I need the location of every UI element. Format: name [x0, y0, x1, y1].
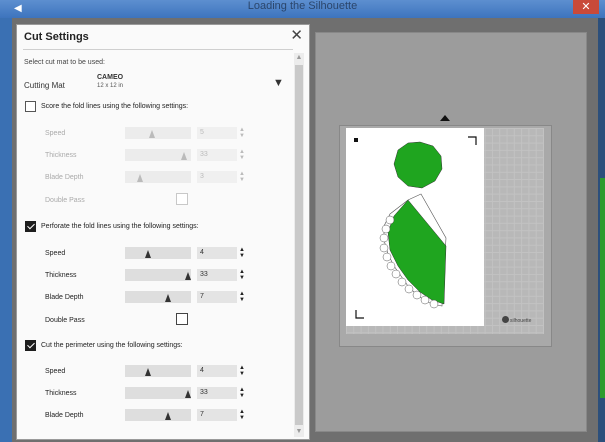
perforate-blade-depth-spinner[interactable]: ▲ ▼: [239, 291, 245, 303]
perimeter-thickness-value[interactable]: 33: [197, 387, 237, 399]
design-preview: [354, 136, 477, 319]
scroll-up-icon[interactable]: ▲: [294, 53, 304, 63]
perforate-speed-label: Speed: [45, 250, 66, 257]
perimeter-checkbox[interactable]: [25, 340, 36, 351]
score-thickness-slider[interactable]: [125, 149, 191, 161]
perforate-thickness-value[interactable]: 33: [197, 269, 237, 281]
perimeter-thickness-slider[interactable]: [125, 387, 191, 399]
perforate-thickness-knob[interactable]: [185, 272, 191, 280]
registration-mark-corner-top: [468, 136, 477, 145]
perforate-blade-depth-slider[interactable]: [125, 291, 191, 303]
score-speed-value[interactable]: 5: [197, 127, 237, 139]
panel-scrollbar[interactable]: ▲ ▼: [294, 53, 304, 437]
score-checkbox[interactable]: [25, 101, 36, 112]
perimeter-blade-depth-label: Blade Depth: [45, 412, 84, 419]
perforate-speed-slider[interactable]: [125, 247, 191, 259]
perforate-speed-knob[interactable]: [145, 250, 151, 258]
mat-size[interactable]: 12 x 12 in: [97, 83, 123, 89]
perforate-checkbox[interactable]: [25, 221, 36, 232]
score-blade-depth-label: Blade Depth: [45, 174, 84, 181]
score-double-pass-label: Double Pass: [45, 197, 85, 204]
score-blade-depth-spinner[interactable]: ▲ ▼: [239, 171, 245, 183]
window-close-button[interactable]: ✕: [573, 0, 599, 14]
close-icon[interactable]: ✕: [290, 27, 303, 45]
panel-header: Cut Settings ✕: [17, 25, 309, 49]
perimeter-speed-label: Speed: [45, 368, 66, 375]
perimeter-thickness-label: Thickness: [45, 390, 77, 397]
desktop-edge-left: [0, 18, 12, 442]
perimeter-blade-depth-spinner[interactable]: ▲ ▼: [239, 409, 245, 421]
scrollbar-thumb[interactable]: [295, 65, 303, 425]
score-thickness-value[interactable]: 33: [197, 149, 237, 161]
head-shape: [393, 141, 443, 189]
perforate-blade-depth-label: Blade Depth: [45, 294, 84, 301]
perimeter-blade-depth-knob[interactable]: [165, 412, 171, 420]
perforate-section-label: Perforate the fold lines using the follo…: [41, 223, 199, 230]
perforate-double-pass-label: Double Pass: [45, 317, 85, 324]
body-shape: [387, 199, 447, 305]
perimeter-speed-value[interactable]: 4: [197, 365, 237, 377]
score-double-pass-checkbox[interactable]: [176, 193, 188, 205]
perforate-thickness-label: Thickness: [45, 272, 77, 279]
perimeter-blade-depth-slider[interactable]: [125, 409, 191, 421]
perforate-thickness-slider[interactable]: [125, 269, 191, 281]
perforate-blade-depth-knob[interactable]: [165, 294, 171, 302]
perimeter-section-label: Cut the perimeter using the following se…: [41, 342, 183, 349]
scroll-down-icon[interactable]: ▼: [294, 427, 304, 437]
perforate-double-pass-checkbox[interactable]: [176, 313, 188, 325]
score-blade-depth-slider[interactable]: [125, 171, 191, 183]
score-blade-depth-value[interactable]: 3: [197, 171, 237, 183]
score-thickness-knob[interactable]: [181, 152, 187, 160]
registration-mark-square: [354, 138, 358, 142]
feed-direction-icon: [440, 115, 450, 121]
score-section-label: Score the fold lines using the following…: [41, 103, 189, 110]
window-titlebar: ◀ Loading the Silhouette ✕: [0, 0, 605, 18]
silhouette-logo-icon: [502, 316, 509, 323]
silhouette-brand: silhouette: [510, 318, 532, 324]
cutting-mat-label: Cutting Mat: [24, 81, 65, 90]
score-speed-slider[interactable]: [125, 127, 191, 139]
score-speed-spinner[interactable]: ▲ ▼: [239, 127, 245, 139]
window-title: Loading the Silhouette: [247, 0, 358, 12]
perforate-thickness-spinner[interactable]: ▲ ▼: [239, 269, 245, 281]
perimeter-speed-knob[interactable]: [145, 368, 151, 376]
perforate-speed-spinner[interactable]: ▲ ▼: [239, 247, 245, 259]
panel-title: Cut Settings: [24, 31, 89, 43]
select-mat-label: Select cut mat to be used:: [24, 59, 105, 66]
perimeter-speed-slider[interactable]: [125, 365, 191, 377]
score-blade-depth-knob[interactable]: [137, 174, 143, 182]
mat-dropdown-icon[interactable]: ▼: [273, 77, 284, 89]
score-speed-label: Speed: [45, 130, 66, 137]
score-thickness-spinner[interactable]: ▲ ▼: [239, 149, 245, 161]
score-thickness-label: Thickness: [45, 152, 77, 159]
perforate-speed-value[interactable]: 4: [197, 247, 237, 259]
score-speed-knob[interactable]: [149, 130, 155, 138]
registration-mark-corner-bottom: [355, 310, 364, 319]
perforate-blade-depth-value[interactable]: 7: [197, 291, 237, 303]
perimeter-thickness-spinner[interactable]: ▲ ▼: [239, 387, 245, 399]
perimeter-blade-depth-value[interactable]: 7: [197, 409, 237, 421]
desktop-edge-right: [598, 18, 605, 442]
cut-settings-panel: Cut Settings ✕ ▲ ▼ Select cut mat to be …: [16, 24, 310, 440]
perimeter-speed-spinner[interactable]: ▲ ▼: [239, 365, 245, 377]
header-divider: [23, 49, 293, 50]
perimeter-thickness-knob[interactable]: [185, 390, 191, 398]
mat-name[interactable]: CAMEO: [97, 74, 123, 81]
